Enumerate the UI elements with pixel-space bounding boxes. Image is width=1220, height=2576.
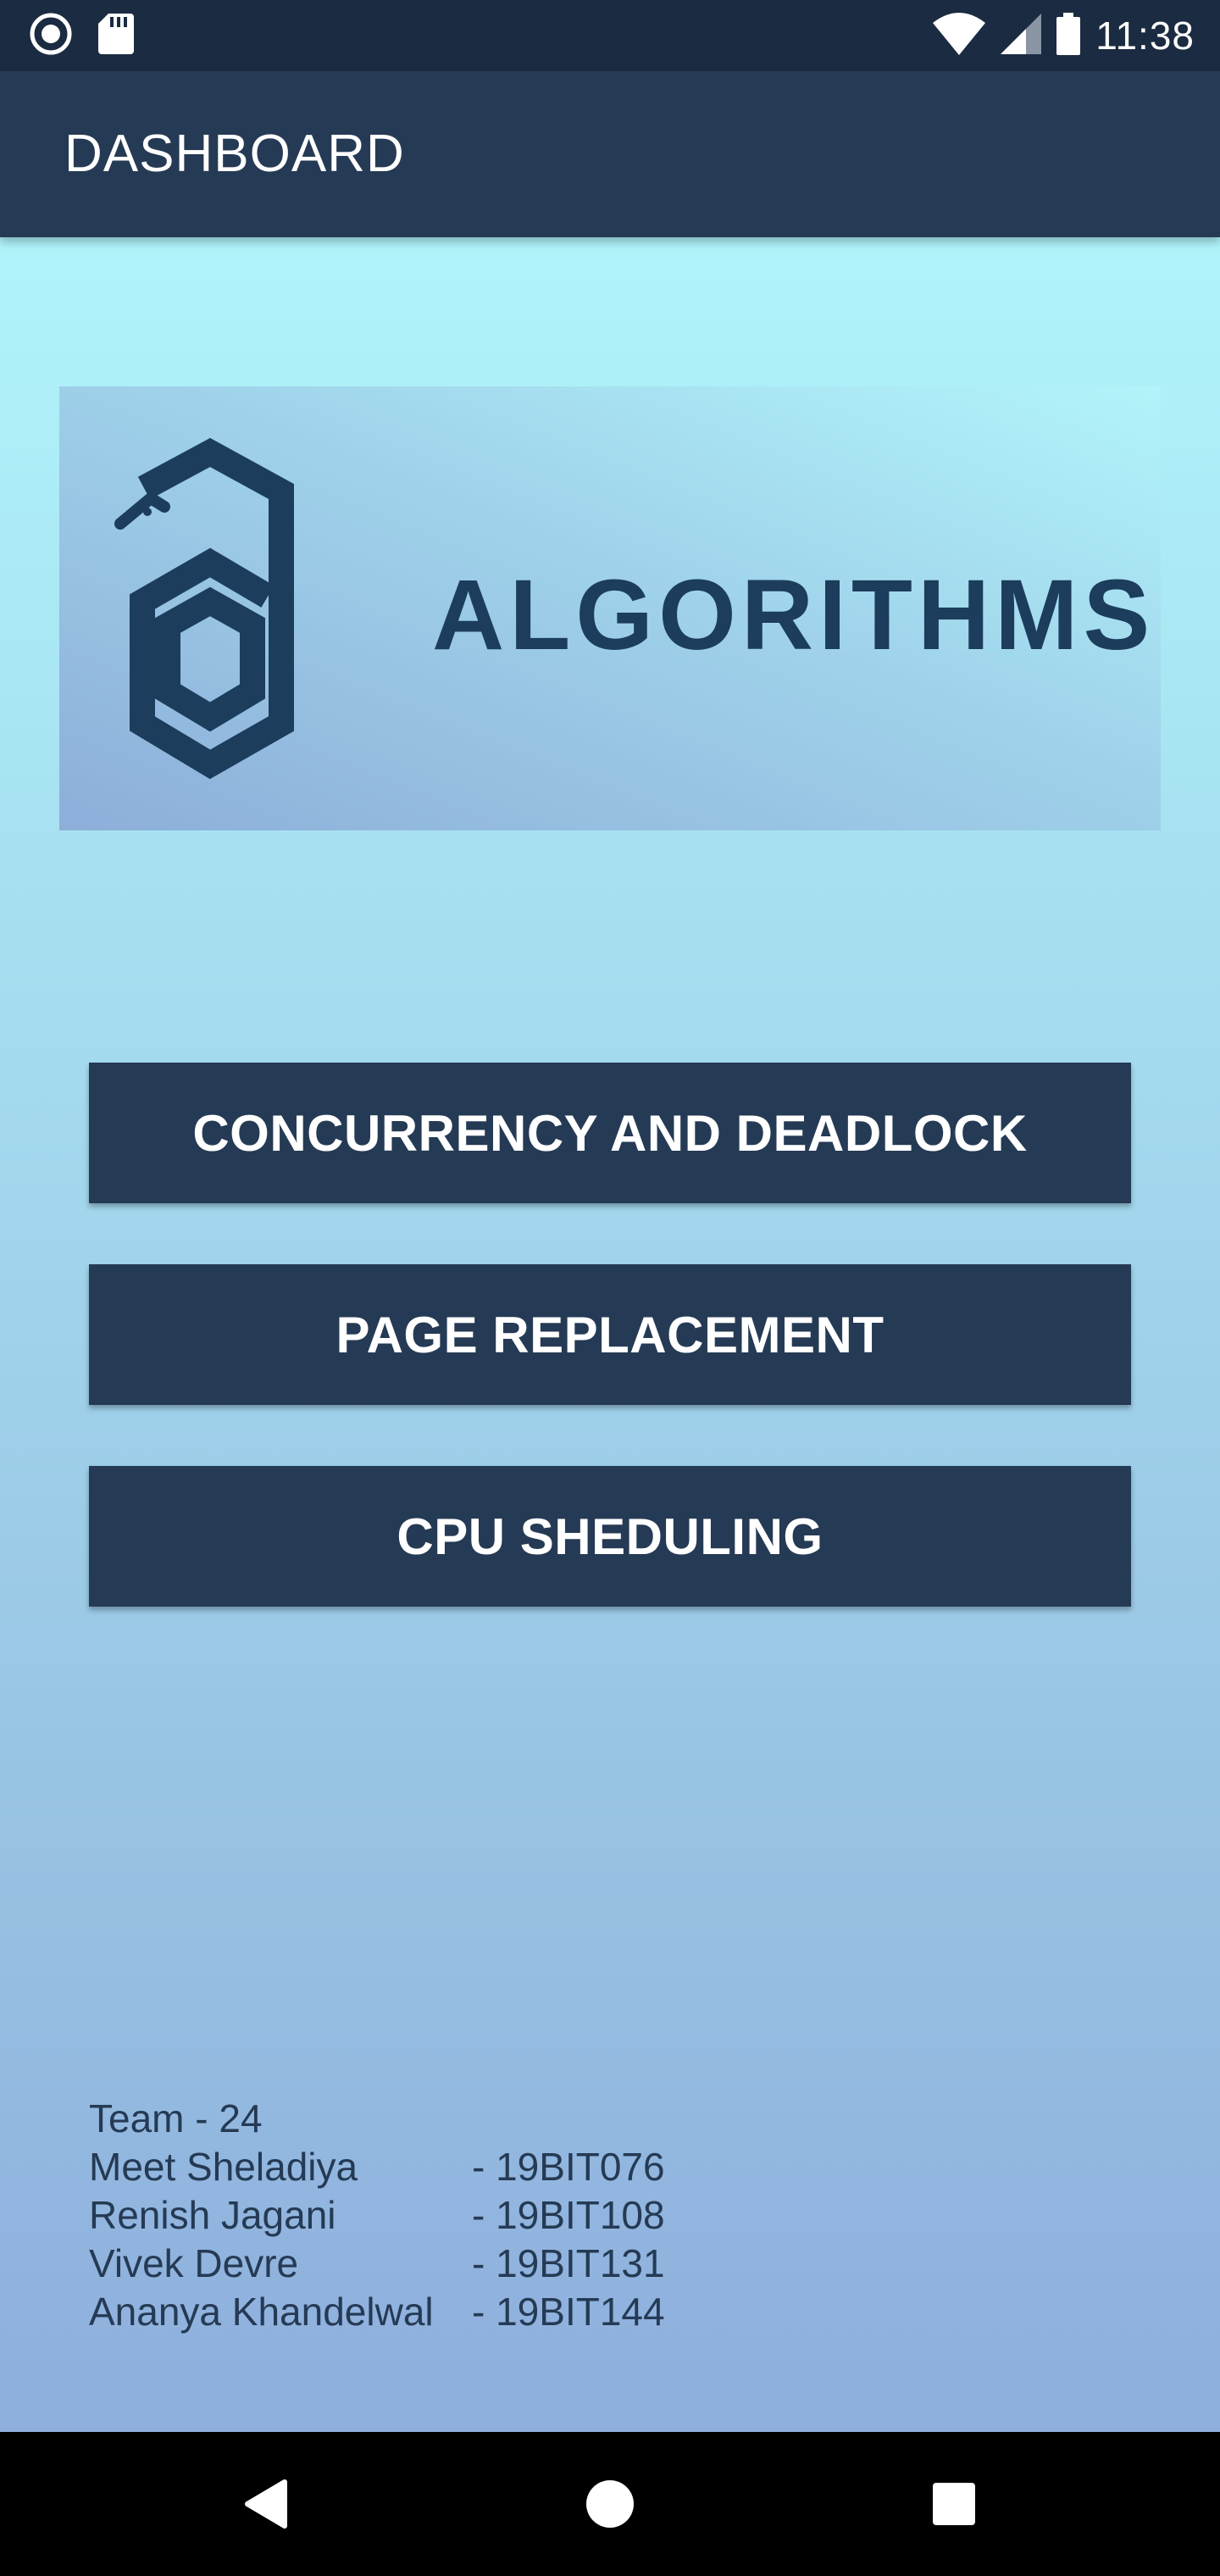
logo-text: ALGORITHMS	[432, 559, 1156, 671]
record-icon	[29, 12, 73, 60]
team-member-row: Meet Sheladiya - 19BIT076	[89, 2143, 665, 2191]
battery-icon	[1056, 12, 1081, 59]
signal-icon	[1001, 13, 1042, 58]
team-member-row: Ananya Khandelwal - 19BIT144	[89, 2288, 665, 2336]
main-content: ALGORITHMS CONCURRENCY AND DEADLOCK PAGE…	[0, 237, 1220, 2432]
member-id: - 19BIT076	[472, 2145, 665, 2189]
navigation-bar	[0, 2432, 1220, 2576]
member-id: - 19BIT131	[472, 2241, 665, 2285]
sd-card-icon	[98, 13, 134, 58]
python-hexagon-logo-icon	[114, 437, 294, 780]
back-icon[interactable]	[217, 2432, 319, 2576]
concurrency-and-deadlock-button[interactable]: CONCURRENCY AND DEADLOCK	[89, 1063, 1131, 1203]
wifi-icon	[933, 12, 986, 59]
member-name: Renish Jagani	[89, 2193, 336, 2237]
member-name: Vivek Devre	[89, 2241, 299, 2285]
logo-banner: ALGORITHMS	[59, 386, 1161, 830]
status-left-icons	[29, 12, 134, 60]
cpu-scheduling-button[interactable]: CPU SHEDULING	[89, 1466, 1131, 1607]
team-member-row: Vivek Devre - 19BIT131	[89, 2240, 665, 2288]
team-title: Team - 24	[89, 2096, 263, 2140]
recents-icon[interactable]	[903, 2432, 1005, 2576]
page-title: DASHBOARD	[64, 125, 405, 183]
app-bar: DASHBOARD	[0, 71, 1220, 237]
status-right-icons: 11:38	[933, 10, 1195, 61]
status-time: 11:38	[1095, 14, 1195, 58]
member-name: Meet Sheladiya	[89, 2145, 358, 2189]
team-info: Team - 24 Meet Sheladiya - 19BIT076 Reni…	[89, 2095, 665, 2336]
member-name: Ananya Khandelwal	[89, 2290, 434, 2334]
page-replacement-button[interactable]: PAGE REPLACEMENT	[89, 1264, 1131, 1405]
team-member-row: Renish Jagani - 19BIT108	[89, 2191, 665, 2240]
member-id: - 19BIT108	[472, 2193, 665, 2237]
home-icon[interactable]	[559, 2432, 661, 2576]
member-id: - 19BIT144	[472, 2290, 665, 2334]
status-bar: 11:38	[0, 0, 1220, 71]
